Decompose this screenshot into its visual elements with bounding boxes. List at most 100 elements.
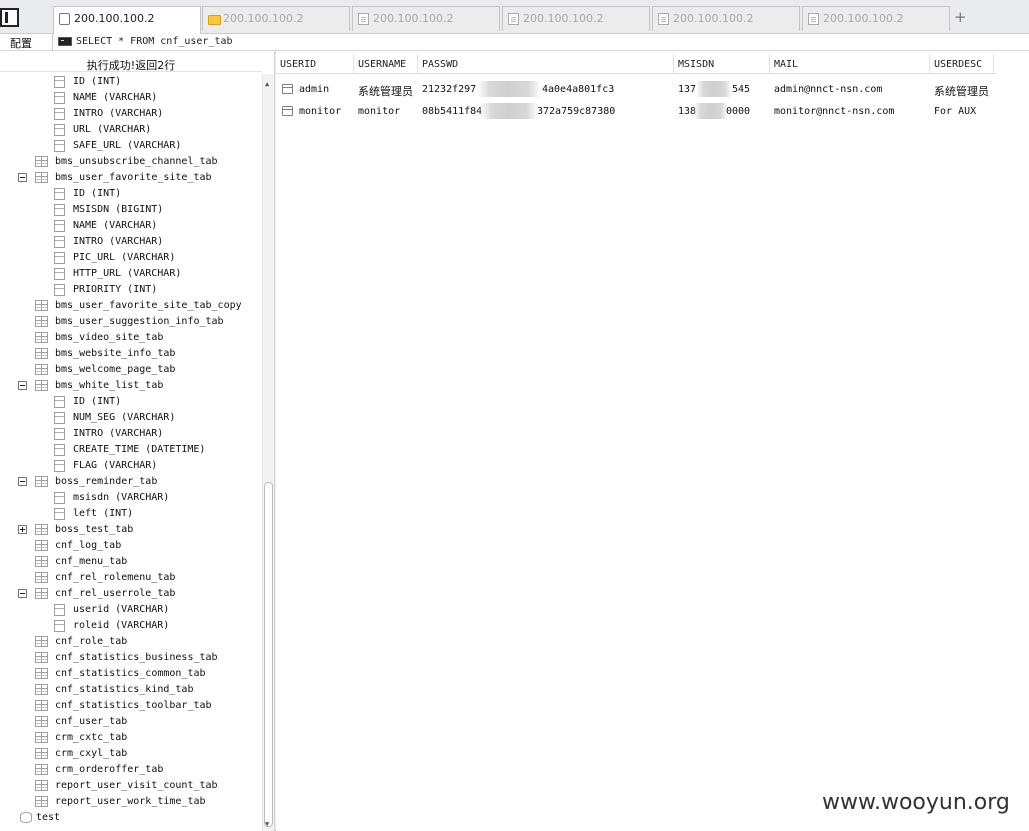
collapse-minus-icon[interactable]	[18, 381, 27, 390]
tree-item-column[interactable]: msisdn (VARCHAR)	[0, 490, 262, 506]
tree-item-label: cnf_rel_userrole_tab	[55, 588, 176, 599]
tree-item-table[interactable]: bms_white_list_tab	[0, 378, 262, 394]
tree-item-table[interactable]: boss_test_tab	[0, 522, 262, 538]
tree-item-table[interactable]: cnf_rel_rolemenu_tab	[0, 570, 262, 586]
collapse-minus-icon[interactable]	[18, 589, 27, 598]
tab-label: 200.100.100.2	[673, 12, 754, 25]
tab-connection-1[interactable]: 200.100.100.2	[53, 6, 201, 34]
tree-item-table[interactable]: cnf_user_tab	[0, 714, 262, 730]
column-icon	[54, 428, 65, 440]
tab-connection-4[interactable]: 200.100.100.2	[502, 6, 650, 31]
tab-connection-3[interactable]: 200.100.100.2	[352, 6, 500, 31]
tree-item-table[interactable]: cnf_statistics_business_tab	[0, 650, 262, 666]
table-row[interactable]: monitor monitor 08b5411f84 372a759c87380…	[276, 100, 996, 122]
tree-item-table[interactable]: bms_welcome_page_tab	[0, 362, 262, 378]
tree-item-table[interactable]: bms_user_favorite_site_tab	[0, 170, 262, 186]
collapse-minus-icon[interactable]	[18, 173, 27, 182]
tree-item-column[interactable]: ID (INT)	[0, 74, 262, 90]
tree-item-database[interactable]: test	[0, 810, 262, 826]
table-icon	[35, 636, 48, 647]
tree-item-column[interactable]: CREATE_TIME (DATETIME)	[0, 442, 262, 458]
tree-item-table[interactable]: cnf_statistics_common_tab	[0, 666, 262, 682]
column-header-username[interactable]: USERNAME	[354, 54, 418, 74]
tree-item-column[interactable]: NAME (VARCHAR)	[0, 218, 262, 234]
table-icon	[35, 300, 48, 311]
expand-plus-icon[interactable]	[18, 525, 27, 534]
redacted-blur	[480, 103, 538, 119]
tree-item-table[interactable]: bms_unsubscribe_channel_tab	[0, 154, 262, 170]
tree-item-table[interactable]: bms_user_favorite_site_tab_copy	[0, 298, 262, 314]
column-icon	[54, 76, 65, 88]
column-header-msisdn[interactable]: MSISDN	[674, 54, 770, 74]
tree-item-column[interactable]: FLAG (VARCHAR)	[0, 458, 262, 474]
tree-item-table[interactable]: cnf_log_tab	[0, 538, 262, 554]
tree-item-column[interactable]: SAFE_URL (VARCHAR)	[0, 138, 262, 154]
toggle-panel-button[interactable]	[0, 8, 19, 27]
column-icon	[54, 620, 65, 632]
tree-item-column[interactable]: left (INT)	[0, 506, 262, 522]
cell-userdesc: For AUX	[934, 106, 977, 117]
column-header-mail[interactable]: MAIL	[770, 54, 930, 74]
tree-item-table[interactable]: crm_orderoffer_tab	[0, 762, 262, 778]
tree-scrollbar[interactable]: ▲ ▼	[262, 74, 274, 831]
table-row[interactable]: admin 系统管理员 21232f297 4a0e4a801fc3 137 5…	[276, 78, 996, 100]
collapse-minus-icon[interactable]	[18, 477, 27, 486]
tree-item-table[interactable]: cnf_menu_tab	[0, 554, 262, 570]
scrollbar-thumb[interactable]	[264, 482, 273, 827]
tree-item-label: bms_website_info_tab	[55, 348, 176, 359]
tree-item-column[interactable]: INTRO (VARCHAR)	[0, 234, 262, 250]
tree-item-table[interactable]: boss_reminder_tab	[0, 474, 262, 490]
tree-item-label: userid (VARCHAR)	[73, 604, 170, 615]
folder-icon	[208, 15, 221, 25]
tree-item-column[interactable]: MSISDN (BIGINT)	[0, 202, 262, 218]
table-icon	[35, 796, 48, 807]
tree-item-table[interactable]: report_user_visit_count_tab	[0, 778, 262, 794]
tree-item-table[interactable]: cnf_statistics_toolbar_tab	[0, 698, 262, 714]
tree-item-column[interactable]: PRIORITY (INT)	[0, 282, 262, 298]
column-header-userid[interactable]: USERID	[276, 54, 354, 74]
tree-item-label: msisdn (VARCHAR)	[73, 492, 170, 503]
tab-connection-6[interactable]: 200.100.100.2	[802, 6, 950, 31]
cell-passwd-end: 372a759c87380	[537, 106, 616, 117]
tree-item-table[interactable]: crm_cxtc_tab	[0, 730, 262, 746]
tree-item-label: bms_welcome_page_tab	[55, 364, 176, 375]
tree-item-label: PRIORITY (INT)	[73, 284, 158, 295]
cell-msisdn-end: 0000	[726, 106, 751, 117]
tree-item-table[interactable]: bms_user_suggestion_info_tab	[0, 314, 262, 330]
tab-connection-2[interactable]: 200.100.100.2	[202, 6, 350, 31]
sql-query-input[interactable]: SELECT * FROM cnf_user_tab	[52, 34, 1029, 50]
tree-item-column[interactable]: INTRO (VARCHAR)	[0, 106, 262, 122]
tree-item-table[interactable]: cnf_role_tab	[0, 634, 262, 650]
tree-item-column[interactable]: HTTP_URL (VARCHAR)	[0, 266, 262, 282]
config-button[interactable]: 配置	[10, 35, 32, 51]
tree-item-column[interactable]: roleid (VARCHAR)	[0, 618, 262, 634]
column-icon	[54, 92, 65, 104]
tree-item-label: cnf_rel_rolemenu_tab	[55, 572, 176, 583]
column-header-userdesc[interactable]: USERDESC	[930, 54, 994, 74]
tree-item-table[interactable]: bms_video_site_tab	[0, 330, 262, 346]
tree-item-column[interactable]: URL (VARCHAR)	[0, 122, 262, 138]
tree-item-column[interactable]: NAME (VARCHAR)	[0, 90, 262, 106]
new-tab-button[interactable]: +	[954, 8, 967, 26]
tree-item-table[interactable]: report_user_work_time_tab	[0, 794, 262, 810]
tree-item-column[interactable]: ID (INT)	[0, 394, 262, 410]
tree-item-column[interactable]: NUM_SEG (VARCHAR)	[0, 410, 262, 426]
tree-item-label: cnf_statistics_kind_tab	[55, 684, 194, 695]
tree-item-column[interactable]: userid (VARCHAR)	[0, 602, 262, 618]
tree-item-column[interactable]: ID (INT)	[0, 186, 262, 202]
table-icon	[35, 316, 48, 327]
tree-item-column[interactable]: INTRO (VARCHAR)	[0, 426, 262, 442]
tree-item-table[interactable]: cnf_statistics_kind_tab	[0, 682, 262, 698]
tree-item-table[interactable]: crm_cxyl_tab	[0, 746, 262, 762]
tree-item-table[interactable]: bms_website_info_tab	[0, 346, 262, 362]
tree-item-column[interactable]: PIC_URL (VARCHAR)	[0, 250, 262, 266]
table-icon	[35, 780, 48, 791]
redacted-blur	[696, 81, 732, 97]
column-header-passwd[interactable]: PASSWD	[418, 54, 674, 74]
scroll-down-arrow-icon[interactable]: ▼	[265, 820, 269, 828]
table-icon	[35, 684, 48, 695]
tab-connection-5[interactable]: 200.100.100.2	[652, 6, 800, 31]
scroll-up-arrow-icon[interactable]: ▲	[265, 80, 269, 88]
tree-item-table[interactable]: cnf_rel_userrole_tab	[0, 586, 262, 602]
schema-tree-panel: 执行成功!返回2行 ID (INT) NAME (VARCHAR) INTRO (V…	[0, 52, 275, 831]
